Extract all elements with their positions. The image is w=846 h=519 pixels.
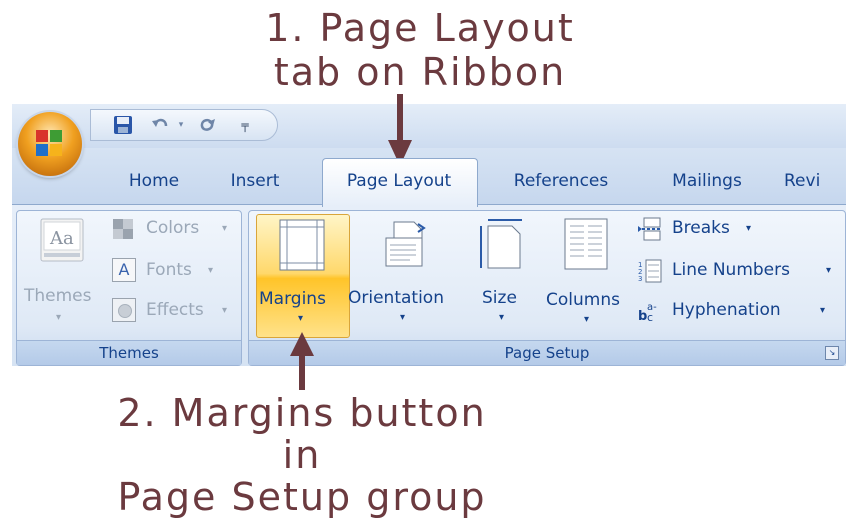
orientation-dropdown-icon: ▾ xyxy=(400,312,406,323)
office-logo-icon xyxy=(36,130,62,156)
size-button[interactable]: Size ▾ xyxy=(472,216,530,334)
hyphenation-icon: b a- c xyxy=(638,302,657,323)
margins-dropdown-icon: ▾ xyxy=(298,313,304,324)
colors-button[interactable]: Colors ▾ xyxy=(112,216,236,246)
size-dropdown-icon: ▾ xyxy=(499,312,505,323)
fonts-button[interactable]: A Fonts ▾ xyxy=(112,258,236,288)
themes-group-label: Themes xyxy=(17,340,241,365)
effects-button[interactable]: Effects ▾ xyxy=(112,298,236,328)
hyphenation-button[interactable]: b a- c Hyphenation ▾ xyxy=(638,298,844,328)
undo-icon[interactable] xyxy=(149,114,171,136)
office-button[interactable] xyxy=(18,112,82,176)
themes-button-label: Themes xyxy=(24,286,92,306)
dialog-launcher-icon[interactable]: ↘ xyxy=(825,346,839,360)
save-icon[interactable] xyxy=(111,114,135,136)
breaks-dropdown-icon: ▾ xyxy=(746,223,752,234)
themes-dropdown-icon: ▾ xyxy=(56,312,62,323)
effects-dropdown-icon: ▾ xyxy=(222,305,228,316)
tab-references[interactable]: References xyxy=(506,166,616,196)
redo-icon[interactable] xyxy=(195,114,219,136)
customize-icon[interactable]: ╤ xyxy=(237,114,253,136)
columns-label: Columns xyxy=(546,290,620,310)
svg-text:b: b xyxy=(638,309,647,323)
annotation-step-2-line-2: Page Setup group xyxy=(117,475,487,519)
colors-icon xyxy=(113,219,133,239)
undo-dropdown-icon[interactable]: ▾ xyxy=(175,114,187,136)
breaks-icon xyxy=(638,217,662,241)
annotation-step-2: 2. Margins button in Page Setup group xyxy=(92,392,512,518)
svg-text:Aa: Aa xyxy=(49,228,74,249)
colors-label: Colors xyxy=(146,218,200,238)
line-numbers-icon: 1 2 3 xyxy=(638,259,662,283)
tab-review[interactable]: Revi xyxy=(784,166,844,196)
breaks-label: Breaks xyxy=(672,218,730,238)
orientation-icon xyxy=(385,221,426,267)
tab-home[interactable]: Home xyxy=(118,166,190,196)
breaks-button[interactable]: Breaks ▾ xyxy=(638,216,788,246)
hyphenation-label: Hyphenation xyxy=(672,300,781,320)
margins-icon xyxy=(279,219,325,271)
annotation-step-1-line-2: tab on Ribbon xyxy=(273,50,567,94)
quick-access-toolbar: ▾ ╤ xyxy=(90,109,278,141)
fonts-dropdown-icon: ▾ xyxy=(208,265,214,276)
themes-button[interactable]: Aa Themes ▾ xyxy=(20,216,104,334)
size-label: Size xyxy=(482,288,517,308)
annotation-step-1: 1. Page Layout tab on Ribbon xyxy=(250,6,590,94)
size-icon xyxy=(480,219,522,269)
arrow-up-icon xyxy=(290,332,314,390)
colors-dropdown-icon: ▾ xyxy=(222,223,228,234)
tab-insert[interactable]: Insert xyxy=(224,166,286,196)
tab-mailings[interactable]: Mailings xyxy=(662,166,752,196)
line-numbers-label: Line Numbers xyxy=(672,260,790,280)
page-setup-group-label: Page Setup xyxy=(249,340,845,365)
line-numbers-button[interactable]: 1 2 3 Line Numbers ▾ xyxy=(638,258,844,288)
svg-text:3: 3 xyxy=(638,275,642,283)
annotation-step-2-line-1: 2. Margins button in xyxy=(117,391,487,477)
columns-button[interactable]: Columns ▾ xyxy=(542,216,632,334)
fonts-icon: A xyxy=(112,258,136,282)
line-numbers-dropdown-icon: ▾ xyxy=(826,265,832,276)
effects-icon xyxy=(112,298,136,322)
tab-page-layout[interactable]: Page Layout xyxy=(326,166,472,196)
fonts-label: Fonts xyxy=(146,260,192,280)
themes-icon: Aa xyxy=(40,218,84,262)
columns-dropdown-icon: ▾ xyxy=(584,314,590,325)
orientation-button[interactable]: Orientation ▾ xyxy=(348,216,460,334)
arrow-down-icon xyxy=(388,94,412,166)
margins-button[interactable]: Margins ▾ xyxy=(256,214,350,338)
columns-icon xyxy=(564,218,608,270)
office-window: ▾ ╤ Home Insert Page Layout References M… xyxy=(12,104,846,366)
margins-label: Margins xyxy=(259,289,326,309)
hyphenation-dropdown-icon: ▾ xyxy=(820,305,826,316)
effects-label: Effects xyxy=(146,300,204,320)
annotation-step-1-line-1: 1. Page Layout xyxy=(265,6,575,50)
svg-text:c: c xyxy=(647,311,653,323)
orientation-label: Orientation xyxy=(348,288,444,308)
